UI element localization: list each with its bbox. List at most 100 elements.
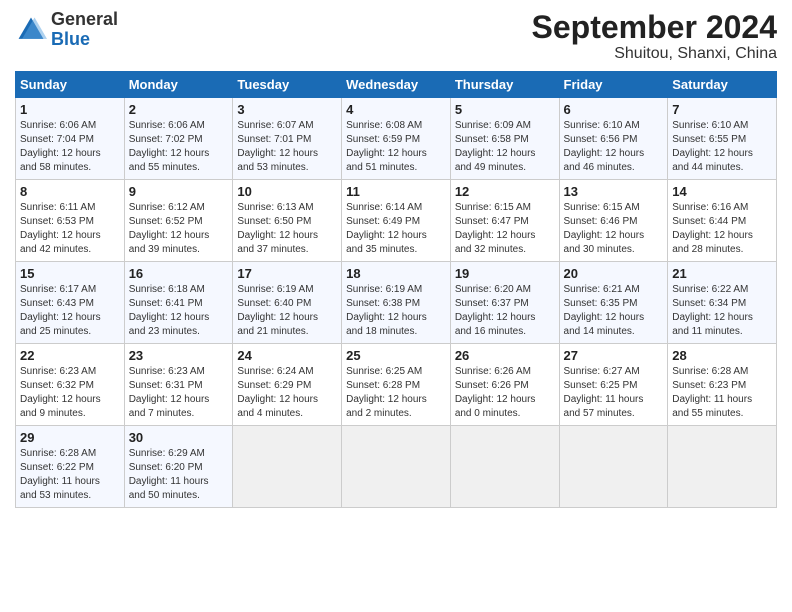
- logo-general: General: [51, 9, 118, 29]
- day-number: 3: [237, 102, 337, 117]
- week-row-4: 22 Sunrise: 6:23 AM Sunset: 6:32 PM Dayli…: [16, 344, 777, 426]
- month-title: September 2024: [532, 10, 777, 45]
- day-info: Sunrise: 6:22 AM Sunset: 6:34 PM Dayligh…: [672, 283, 772, 339]
- header-row: SundayMondayTuesdayWednesdayThursdayFrid…: [16, 72, 777, 98]
- day-info: Sunrise: 6:28 AM Sunset: 6:23 PM Dayligh…: [672, 365, 772, 421]
- calendar-cell: 1 Sunrise: 6:06 AM Sunset: 7:04 PM Daylig…: [16, 98, 125, 180]
- day-info: Sunrise: 6:13 AM Sunset: 6:50 PM Dayligh…: [237, 201, 337, 257]
- calendar-cell: 29 Sunrise: 6:28 AM Sunset: 6:22 PM Dayli…: [16, 426, 125, 508]
- header-friday: Friday: [559, 72, 668, 98]
- calendar-cell: 9Sunrise: 6:12 AM Sunset: 6:52 PM Daylig…: [124, 180, 233, 262]
- day-info: Sunrise: 6:11 AM Sunset: 6:53 PM Dayligh…: [20, 201, 120, 257]
- calendar-cell: 6 Sunrise: 6:10 AM Sunset: 6:56 PM Daylig…: [559, 98, 668, 180]
- day-number: 28: [672, 348, 772, 363]
- day-number: 7: [672, 102, 772, 117]
- header-tuesday: Tuesday: [233, 72, 342, 98]
- calendar-cell: 12 Sunrise: 6:15 AM Sunset: 6:47 PM Dayli…: [450, 180, 559, 262]
- calendar-cell: 27 Sunrise: 6:27 AM Sunset: 6:25 PM Dayli…: [559, 344, 668, 426]
- day-number: 12: [455, 184, 555, 199]
- day-info: Sunrise: 6:17 AM Sunset: 6:43 PM Dayligh…: [20, 283, 120, 339]
- day-info: Sunrise: 6:10 AM Sunset: 6:55 PM Dayligh…: [672, 119, 772, 175]
- header-saturday: Saturday: [668, 72, 777, 98]
- day-number: 1: [20, 102, 120, 117]
- logo-blue: Blue: [51, 29, 90, 49]
- day-number: 10: [237, 184, 337, 199]
- week-row-5: 29 Sunrise: 6:28 AM Sunset: 6:22 PM Dayli…: [16, 426, 777, 508]
- title-block: September 2024 Shuitou, Shanxi, China: [532, 10, 777, 63]
- day-number: 27: [564, 348, 664, 363]
- day-number: 9: [129, 184, 229, 199]
- calendar-cell: [450, 426, 559, 508]
- header-sunday: Sunday: [16, 72, 125, 98]
- day-number: 6: [564, 102, 664, 117]
- day-info: Sunrise: 6:15 AM Sunset: 6:47 PM Dayligh…: [455, 201, 555, 257]
- calendar-cell: 11Sunrise: 6:14 AM Sunset: 6:49 PM Dayli…: [342, 180, 451, 262]
- day-info: Sunrise: 6:26 AM Sunset: 6:26 PM Dayligh…: [455, 365, 555, 421]
- day-number: 5: [455, 102, 555, 117]
- calendar-cell: 19 Sunrise: 6:20 AM Sunset: 6:37 PM Dayli…: [450, 262, 559, 344]
- calendar-cell: [559, 426, 668, 508]
- day-number: 17: [237, 266, 337, 281]
- calendar-cell: 26 Sunrise: 6:26 AM Sunset: 6:26 PM Dayli…: [450, 344, 559, 426]
- day-info: Sunrise: 6:15 AM Sunset: 6:46 PM Dayligh…: [564, 201, 664, 257]
- logo-text: General Blue: [51, 10, 118, 50]
- header-monday: Monday: [124, 72, 233, 98]
- calendar-cell: 4Sunrise: 6:08 AM Sunset: 6:59 PM Daylig…: [342, 98, 451, 180]
- calendar-cell: 2Sunrise: 6:06 AM Sunset: 7:02 PM Daylig…: [124, 98, 233, 180]
- header-wednesday: Wednesday: [342, 72, 451, 98]
- day-number: 19: [455, 266, 555, 281]
- day-info: Sunrise: 6:23 AM Sunset: 6:32 PM Dayligh…: [20, 365, 120, 421]
- calendar-cell: 8Sunrise: 6:11 AM Sunset: 6:53 PM Daylig…: [16, 180, 125, 262]
- day-info: Sunrise: 6:09 AM Sunset: 6:58 PM Dayligh…: [455, 119, 555, 175]
- day-number: 24: [237, 348, 337, 363]
- day-info: Sunrise: 6:06 AM Sunset: 7:04 PM Dayligh…: [20, 119, 120, 175]
- day-info: Sunrise: 6:21 AM Sunset: 6:35 PM Dayligh…: [564, 283, 664, 339]
- calendar-cell: 25 Sunrise: 6:25 AM Sunset: 6:28 PM Dayli…: [342, 344, 451, 426]
- day-info: Sunrise: 6:20 AM Sunset: 6:37 PM Dayligh…: [455, 283, 555, 339]
- calendar-cell: 18Sunrise: 6:19 AM Sunset: 6:38 PM Dayli…: [342, 262, 451, 344]
- week-row-1: 1 Sunrise: 6:06 AM Sunset: 7:04 PM Daylig…: [16, 98, 777, 180]
- day-number: 25: [346, 348, 446, 363]
- day-info: Sunrise: 6:25 AM Sunset: 6:28 PM Dayligh…: [346, 365, 446, 421]
- calendar-cell: 17 Sunrise: 6:19 AM Sunset: 6:40 PM Dayli…: [233, 262, 342, 344]
- day-number: 29: [20, 430, 120, 445]
- calendar-table: SundayMondayTuesdayWednesdayThursdayFrid…: [15, 71, 777, 508]
- day-number: 22: [20, 348, 120, 363]
- day-number: 15: [20, 266, 120, 281]
- day-info: Sunrise: 6:27 AM Sunset: 6:25 PM Dayligh…: [564, 365, 664, 421]
- day-info: Sunrise: 6:18 AM Sunset: 6:41 PM Dayligh…: [129, 283, 229, 339]
- calendar-cell: 5 Sunrise: 6:09 AM Sunset: 6:58 PM Daylig…: [450, 98, 559, 180]
- day-info: Sunrise: 6:14 AM Sunset: 6:49 PM Dayligh…: [346, 201, 446, 257]
- calendar-cell: 16 Sunrise: 6:18 AM Sunset: 6:41 PM Dayli…: [124, 262, 233, 344]
- calendar-cell: [342, 426, 451, 508]
- day-info: Sunrise: 6:24 AM Sunset: 6:29 PM Dayligh…: [237, 365, 337, 421]
- day-number: 26: [455, 348, 555, 363]
- day-number: 4: [346, 102, 446, 117]
- day-number: 2: [129, 102, 229, 117]
- day-number: 23: [129, 348, 229, 363]
- calendar-cell: 28 Sunrise: 6:28 AM Sunset: 6:23 PM Dayli…: [668, 344, 777, 426]
- calendar-cell: 10 Sunrise: 6:13 AM Sunset: 6:50 PM Dayli…: [233, 180, 342, 262]
- day-number: 21: [672, 266, 772, 281]
- calendar-cell: 15 Sunrise: 6:17 AM Sunset: 6:43 PM Dayli…: [16, 262, 125, 344]
- day-info: Sunrise: 6:29 AM Sunset: 6:20 PM Dayligh…: [129, 447, 229, 503]
- logo-icon: [15, 14, 47, 46]
- day-info: Sunrise: 6:28 AM Sunset: 6:22 PM Dayligh…: [20, 447, 120, 503]
- calendar-cell: 13 Sunrise: 6:15 AM Sunset: 6:46 PM Dayli…: [559, 180, 668, 262]
- calendar-cell: 22 Sunrise: 6:23 AM Sunset: 6:32 PM Dayli…: [16, 344, 125, 426]
- day-number: 14: [672, 184, 772, 199]
- day-info: Sunrise: 6:07 AM Sunset: 7:01 PM Dayligh…: [237, 119, 337, 175]
- week-row-3: 15 Sunrise: 6:17 AM Sunset: 6:43 PM Dayli…: [16, 262, 777, 344]
- calendar-cell: 21 Sunrise: 6:22 AM Sunset: 6:34 PM Dayli…: [668, 262, 777, 344]
- location: Shuitou, Shanxi, China: [532, 45, 777, 63]
- page-header: General Blue September 2024 Shuitou, Sha…: [15, 10, 777, 63]
- day-number: 13: [564, 184, 664, 199]
- day-info: Sunrise: 6:10 AM Sunset: 6:56 PM Dayligh…: [564, 119, 664, 175]
- calendar-cell: [233, 426, 342, 508]
- day-info: Sunrise: 6:19 AM Sunset: 6:40 PM Dayligh…: [237, 283, 337, 339]
- calendar-cell: 14Sunrise: 6:16 AM Sunset: 6:44 PM Dayli…: [668, 180, 777, 262]
- header-thursday: Thursday: [450, 72, 559, 98]
- calendar-cell: 3 Sunrise: 6:07 AM Sunset: 7:01 PM Daylig…: [233, 98, 342, 180]
- day-number: 16: [129, 266, 229, 281]
- calendar-cell: 7 Sunrise: 6:10 AM Sunset: 6:55 PM Daylig…: [668, 98, 777, 180]
